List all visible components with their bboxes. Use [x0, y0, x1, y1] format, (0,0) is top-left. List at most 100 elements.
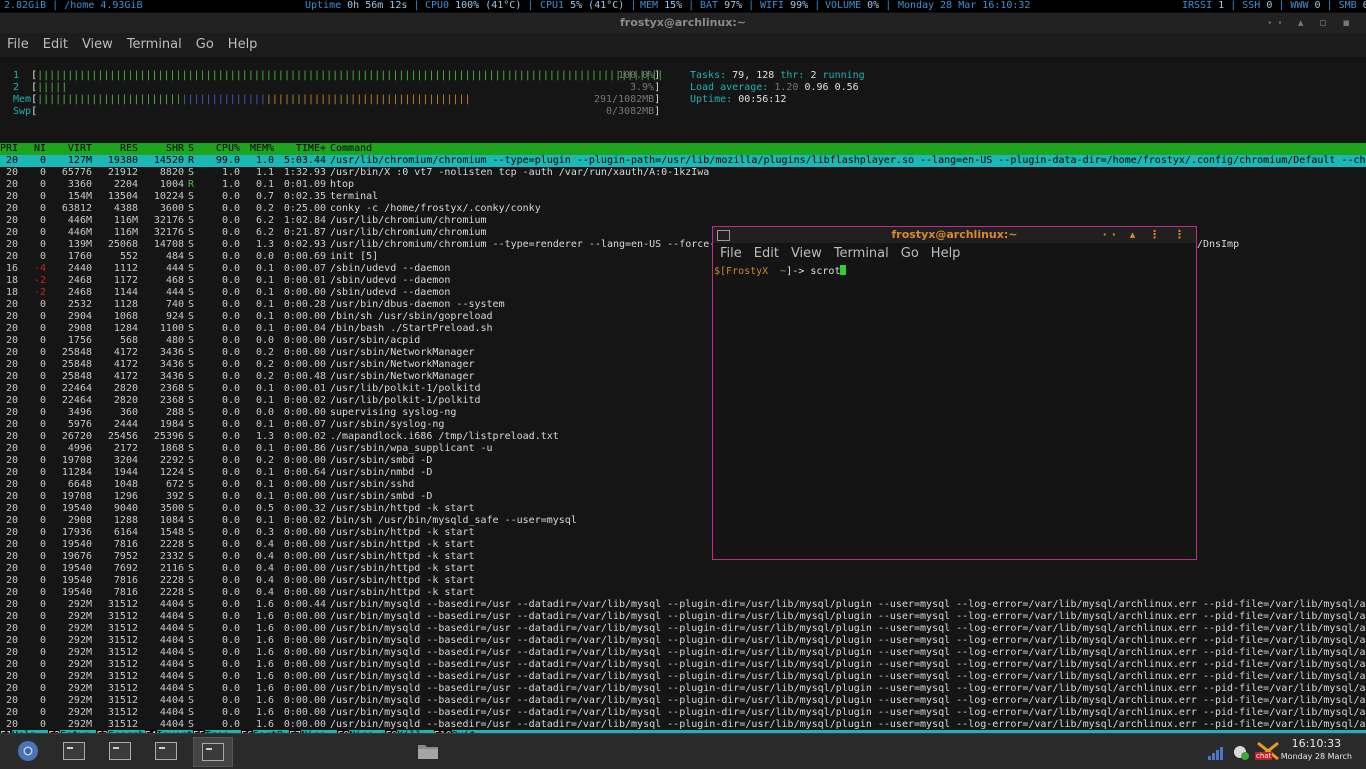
table-cell: 0:00.02	[283, 431, 326, 442]
table-cell: 20	[5, 527, 18, 538]
table-row[interactable]: 20 0 127M 19380 14520 R 99.0 1.0 5:03.44/usr/lib…	[0, 155, 1366, 167]
table-cell: 31512	[107, 707, 138, 718]
column-header[interactable]: PRI	[0, 143, 18, 155]
table-cell: /usr/lib/chromium/chromium	[330, 227, 487, 238]
window-titlebar[interactable]: frostyx@archlinux:~ ·· ▴ ▫ ▪	[0, 13, 1366, 33]
table-cell: 31512	[107, 623, 138, 634]
window-controls[interactable]: ·· ▴ ▫ ▪	[1268, 13, 1356, 33]
table-cell: 0.2	[255, 455, 274, 466]
table-row[interactable]: 20 0 19540 7692 2116 S 0.0 0.4 0:00.00/usr/sbin/…	[0, 563, 1366, 575]
column-header[interactable]: TIME+	[278, 143, 326, 155]
table-cell: 99.0	[215, 155, 240, 166]
menu-go[interactable]: Go	[189, 33, 221, 57]
task-terminal-3[interactable]	[152, 739, 180, 763]
cpu2-meter: 2 [|||||	[13, 82, 68, 93]
table-cell: 444	[165, 287, 184, 298]
table-cell: /usr/sbin/syslog-ng	[330, 419, 445, 430]
column-header[interactable]: MEM%	[244, 143, 274, 155]
column-header[interactable]: Command	[330, 143, 372, 155]
table-cell: 1.1	[255, 167, 274, 178]
task-terminal-2[interactable]	[106, 739, 134, 763]
floating-titlebar[interactable]: frostyx@archlinux:~ ·· ▴ ⋮ ⋮	[713, 227, 1196, 243]
chromium-icon[interactable]	[14, 739, 42, 763]
table-row[interactable]: 20 0 3360 2204 1004 R 1.0 0.1 0:01.09 htop	[0, 179, 1366, 191]
table-cell: /usr/bin/mysqld --basedir=/usr --datadir…	[330, 659, 1366, 670]
table-cell: 4996	[67, 443, 92, 454]
table-cell: 0	[39, 707, 46, 718]
table-cell: 0	[39, 323, 46, 334]
table-row[interactable]: 20 0 292M 31512 4404 S 0.0 1.6 0:00.00/usr/bin/m…	[0, 659, 1366, 671]
floating-window-controls[interactable]: ·· ▴ ⋮ ⋮	[1103, 227, 1190, 243]
table-cell: 0.0	[221, 191, 240, 202]
table-cell: 0.0	[221, 443, 240, 454]
column-header[interactable]: S	[188, 143, 200, 155]
table-cell: 4172	[113, 371, 138, 382]
table-cell: 1.6	[255, 671, 274, 682]
float-menu-help[interactable]: Help	[925, 243, 967, 265]
table-cell: 3496	[67, 407, 92, 418]
menu-view[interactable]: View	[75, 33, 120, 57]
volume-mute-icon[interactable]: chat	[1254, 739, 1282, 763]
table-cell: 0:01.09	[283, 179, 326, 190]
table-row[interactable]: 20 0 292M 31512 4404 S 0.0 1.6 0:00.00/usr/bin/m…	[0, 611, 1366, 623]
table-row[interactable]: 20 0 292M 31512 4404 S 0.0 1.6 0:00.00/usr/bin/m…	[0, 635, 1366, 647]
shell-prompt-line[interactable]: $[FrostyX ~]-> scrot	[713, 265, 1196, 278]
table-cell: /usr/lib/polkit-1/polkitd	[330, 383, 481, 394]
table-cell: 3436	[159, 371, 184, 382]
table-cell: 0	[39, 647, 46, 658]
table-cell: 0.0	[221, 395, 240, 406]
column-header[interactable]: CPU%	[204, 143, 240, 155]
table-cell: S	[188, 395, 195, 406]
table-row[interactable]: 20 0 292M 31512 4404 S 0.0 1.6 0:00.44/usr/bin/m…	[0, 599, 1366, 611]
table-cell: 0.0	[221, 203, 240, 214]
float-menu-edit[interactable]: Edit	[748, 243, 785, 265]
menu-file[interactable]: File	[0, 33, 36, 57]
table-cell: 25068	[107, 239, 138, 250]
table-row[interactable]: 20 0 292M 31512 4404 S 0.0 1.6 0:00.00/usr/bin/m…	[0, 707, 1366, 719]
folder-icon[interactable]	[414, 739, 442, 763]
table-cell: 20	[5, 467, 18, 478]
table-cell: 1.6	[255, 695, 274, 706]
table-cell: 4172	[113, 347, 138, 358]
table-cell: 20	[5, 167, 18, 178]
float-menu-terminal[interactable]: Terminal	[828, 243, 895, 265]
table-cell: 0:00.00	[283, 551, 326, 562]
float-menu-go[interactable]: Go	[895, 243, 925, 265]
table-cell: 0.0	[221, 359, 240, 370]
table-cell: 0	[39, 479, 46, 490]
menu-edit[interactable]: Edit	[36, 33, 75, 57]
task-terminal-active[interactable]	[193, 737, 233, 767]
column-header[interactable]: NI	[22, 143, 46, 155]
table-cell: /usr/bin/mysqld --basedir=/usr --datadir…	[330, 671, 1366, 682]
table-cell: 292M	[67, 659, 92, 670]
terminal-icon	[155, 742, 177, 760]
menu-terminal[interactable]: Terminal	[120, 33, 189, 57]
table-cell: 2820	[113, 395, 138, 406]
table-cell: 31512	[107, 647, 138, 658]
table-row[interactable]: 20 0 19540 7816 2228 S 0.0 0.4 0:00.00/usr/sbin/…	[0, 575, 1366, 587]
float-menu-file[interactable]: File	[714, 243, 748, 265]
table-row[interactable]: 20 0 292M 31512 4404 S 0.0 1.6 0:00.00/usr/bin/m…	[0, 683, 1366, 695]
table-row[interactable]: 20 0 292M 31512 4404 S 0.0 1.6 0:00.00/usr/bin/m…	[0, 671, 1366, 683]
column-header[interactable]: SHR	[142, 143, 184, 155]
menu-help[interactable]: Help	[221, 33, 265, 57]
table-row[interactable]: 20 0 292M 31512 4404 S 0.0 1.6 0:00.00/usr/bin/m…	[0, 695, 1366, 707]
table-cell: 31512	[107, 611, 138, 622]
table-row[interactable]: 20 0 292M 31512 4404 S 0.0 1.6 0:00.00/usr/bin/m…	[0, 623, 1366, 635]
table-row[interactable]: 20 0 154M 13504 10224 S 0.0 0.7 0:02.35 terminal	[0, 191, 1366, 203]
table-cell: 0.1	[255, 383, 274, 394]
table-row[interactable]: 20 0 65776 21912 8820 S 1.0 1.1 1:32.93/usr/bin/…	[0, 167, 1366, 179]
table-cell: 444	[165, 263, 184, 274]
table-cell: 0	[39, 611, 46, 622]
table-cell: 0	[39, 659, 46, 670]
taskbar-clock[interactable]: 16:10:33 Monday 28 March	[1281, 737, 1352, 763]
table-row[interactable]: 20 0 19540 7816 2228 S 0.0 0.4 0:00.00/usr/sbin/…	[0, 587, 1366, 599]
table-row[interactable]: 20 0 292M 31512 4404 S 0.0 1.6 0:00.00/usr/bin/m…	[0, 647, 1366, 659]
table-cell: 1112	[113, 263, 138, 274]
task-terminal-1[interactable]	[60, 739, 88, 763]
chat-icon[interactable]	[1228, 739, 1256, 763]
column-header[interactable]: VIRT	[50, 143, 92, 155]
table-row[interactable]: 20 0 63812 4388 3600 S 0.0 0.2 0:25.00 conky -c /…	[0, 203, 1366, 215]
float-menu-view[interactable]: View	[785, 243, 828, 265]
column-header[interactable]: RES	[96, 143, 138, 155]
